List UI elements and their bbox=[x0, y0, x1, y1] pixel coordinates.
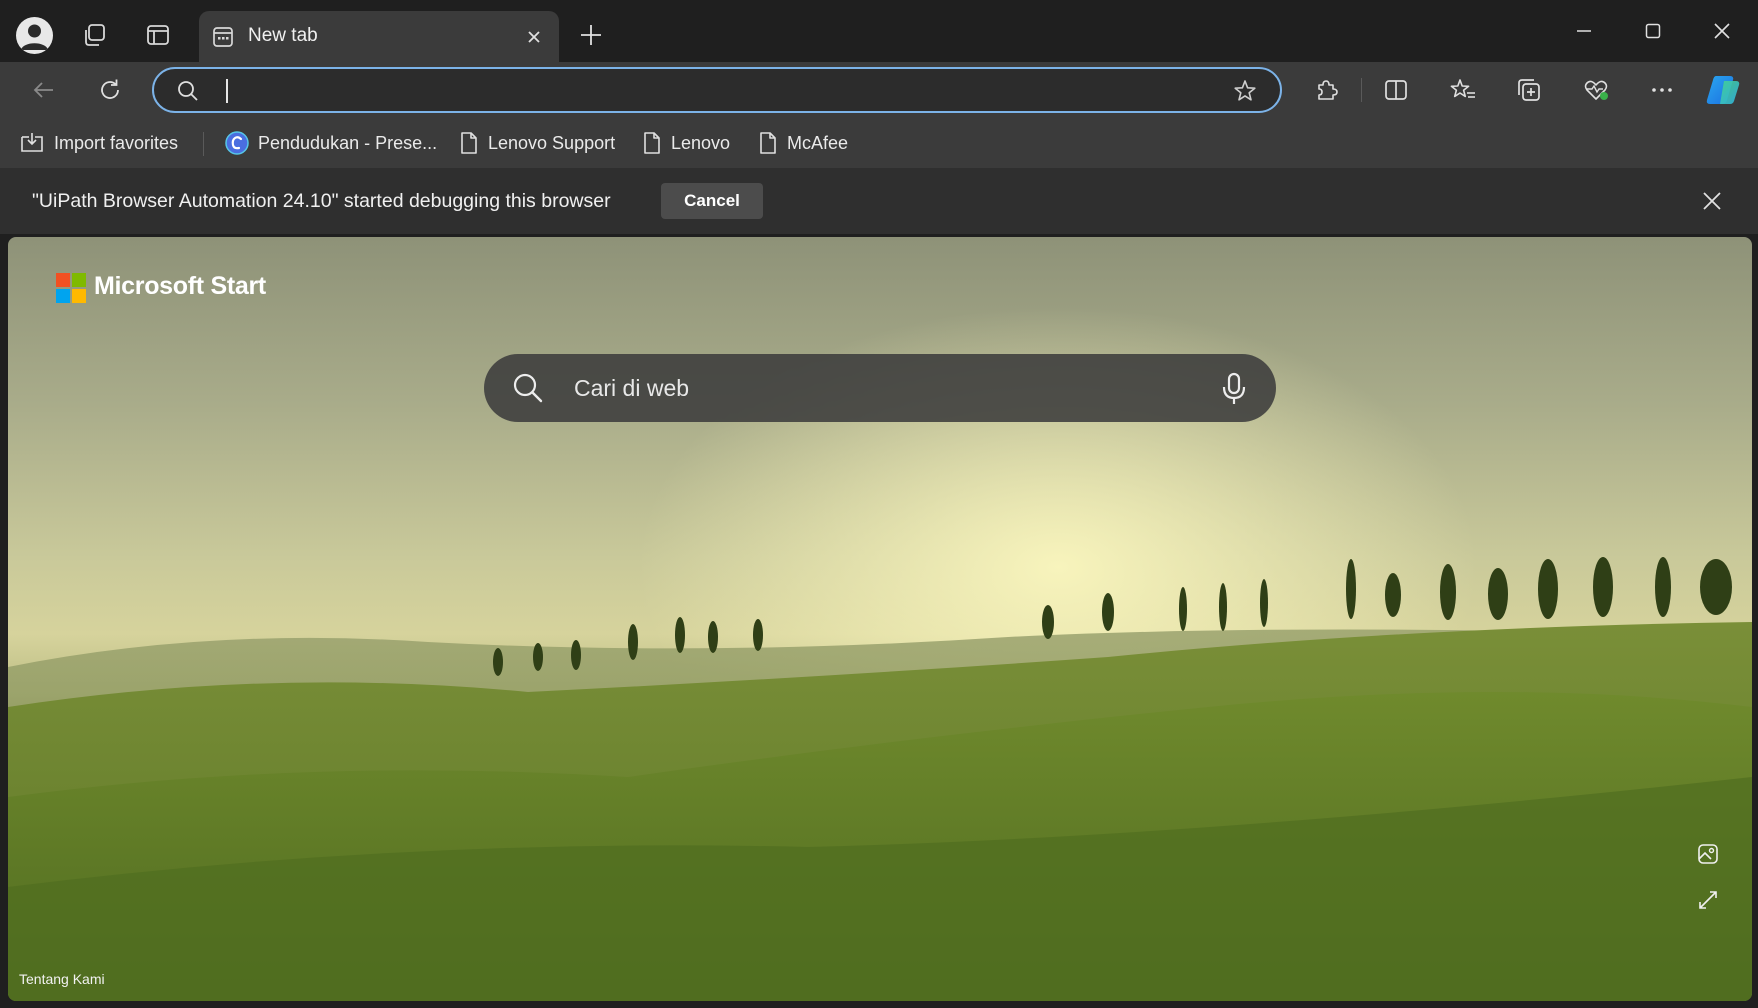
search-icon bbox=[513, 373, 543, 403]
favorite-label: McAfee bbox=[787, 132, 849, 153]
text-caret bbox=[226, 79, 228, 103]
tab-actions-icon bbox=[147, 25, 169, 45]
refresh-icon bbox=[101, 79, 119, 99]
favorite-lenovo-support[interactable]: Lenovo Support bbox=[459, 128, 615, 158]
collections-icon bbox=[1518, 79, 1540, 101]
browser-essentials-button[interactable] bbox=[1573, 67, 1619, 113]
heart-pulse-icon bbox=[1584, 80, 1608, 100]
new-tab-button[interactable] bbox=[568, 12, 614, 58]
image-icon bbox=[1698, 844, 1718, 864]
background-image-button[interactable] bbox=[1693, 839, 1723, 869]
refresh-button[interactable] bbox=[87, 67, 133, 113]
close-icon bbox=[528, 31, 540, 43]
split-screen-icon bbox=[1385, 80, 1407, 100]
microphone-icon[interactable] bbox=[1218, 372, 1250, 406]
infobar-message: "UiPath Browser Automation 24.10" starte… bbox=[32, 190, 611, 212]
favorite-label: Lenovo bbox=[671, 132, 731, 153]
maximize-button[interactable] bbox=[1625, 10, 1681, 52]
settings-more-button[interactable] bbox=[1639, 67, 1685, 113]
star-add-favorite-icon[interactable] bbox=[1232, 78, 1258, 104]
favorite-pendudukan[interactable]: Pendudukan - Prese... bbox=[225, 128, 437, 158]
site-c-icon bbox=[225, 131, 249, 155]
title-bar: New tab bbox=[0, 0, 1758, 62]
infobar-close-button[interactable] bbox=[1695, 184, 1729, 218]
workspaces-icon bbox=[85, 24, 105, 46]
favorites-divider bbox=[203, 132, 204, 156]
page-icon bbox=[459, 131, 479, 155]
puzzle-extensions-icon bbox=[1318, 80, 1338, 100]
favorite-mcafee[interactable]: McAfee bbox=[758, 128, 848, 158]
tab-title: New tab bbox=[248, 25, 318, 46]
plus-icon bbox=[581, 25, 601, 45]
split-screen-button[interactable] bbox=[1373, 67, 1419, 113]
arrow-left-icon bbox=[33, 82, 53, 98]
web-search-box[interactable] bbox=[484, 354, 1276, 422]
close-icon bbox=[1703, 192, 1721, 210]
copilot-button[interactable] bbox=[1700, 67, 1746, 113]
vertical-tabs-button[interactable] bbox=[135, 12, 181, 58]
favorites-button[interactable] bbox=[1440, 67, 1486, 113]
navigation-toolbar bbox=[0, 62, 1758, 118]
favorite-lenovo[interactable]: Lenovo bbox=[642, 128, 730, 158]
new-tab-page-icon bbox=[213, 27, 233, 47]
expand-button[interactable] bbox=[1693, 885, 1723, 915]
toolbar-divider bbox=[1361, 78, 1362, 102]
minimize-button[interactable] bbox=[1556, 10, 1612, 52]
maximize-icon bbox=[1645, 23, 1661, 39]
tab-close-button[interactable] bbox=[519, 22, 549, 52]
favorite-label: Import favorites bbox=[54, 132, 179, 153]
import-favorites-icon bbox=[19, 131, 45, 155]
close-window-button[interactable] bbox=[1694, 10, 1750, 52]
brand-title[interactable]: Microsoft Start bbox=[94, 272, 266, 301]
extensions-button[interactable] bbox=[1303, 67, 1349, 113]
favorite-import-favorites[interactable]: Import favorites bbox=[19, 128, 178, 158]
collections-button[interactable] bbox=[1506, 67, 1552, 113]
new-tab-page: Microsoft Start Tentang Kami bbox=[8, 237, 1752, 1001]
tab-new-tab[interactable]: New tab bbox=[199, 11, 559, 62]
expand-icon bbox=[1699, 891, 1717, 909]
copilot-icon bbox=[1706, 76, 1740, 104]
debugging-infobar: "UiPath Browser Automation 24.10" starte… bbox=[0, 168, 1758, 234]
about-link[interactable]: Tentang Kami bbox=[19, 971, 105, 987]
favorite-label: Lenovo Support bbox=[488, 132, 616, 153]
landscape-background bbox=[8, 557, 1752, 1001]
profile-avatar[interactable] bbox=[16, 17, 53, 54]
address-bar[interactable] bbox=[152, 67, 1282, 113]
back-button[interactable] bbox=[21, 67, 67, 113]
search-icon bbox=[178, 81, 198, 101]
favorites-list-icon bbox=[1450, 79, 1475, 98]
page-icon bbox=[758, 131, 778, 155]
more-horizontal-icon bbox=[1652, 88, 1672, 92]
cancel-button[interactable]: Cancel bbox=[661, 183, 763, 219]
microsoft-logo bbox=[56, 273, 86, 303]
workspaces-button[interactable] bbox=[72, 12, 118, 58]
favorites-bar: Import favorites Pendudukan - Prese... L… bbox=[0, 118, 1758, 168]
favorite-label: Pendudukan - Prese... bbox=[258, 132, 438, 153]
close-icon bbox=[1714, 23, 1730, 39]
page-icon bbox=[642, 131, 662, 155]
web-search-input[interactable] bbox=[574, 372, 1174, 404]
address-input[interactable] bbox=[224, 77, 1224, 105]
minimize-icon bbox=[1577, 30, 1591, 32]
profile-icon bbox=[21, 24, 48, 50]
